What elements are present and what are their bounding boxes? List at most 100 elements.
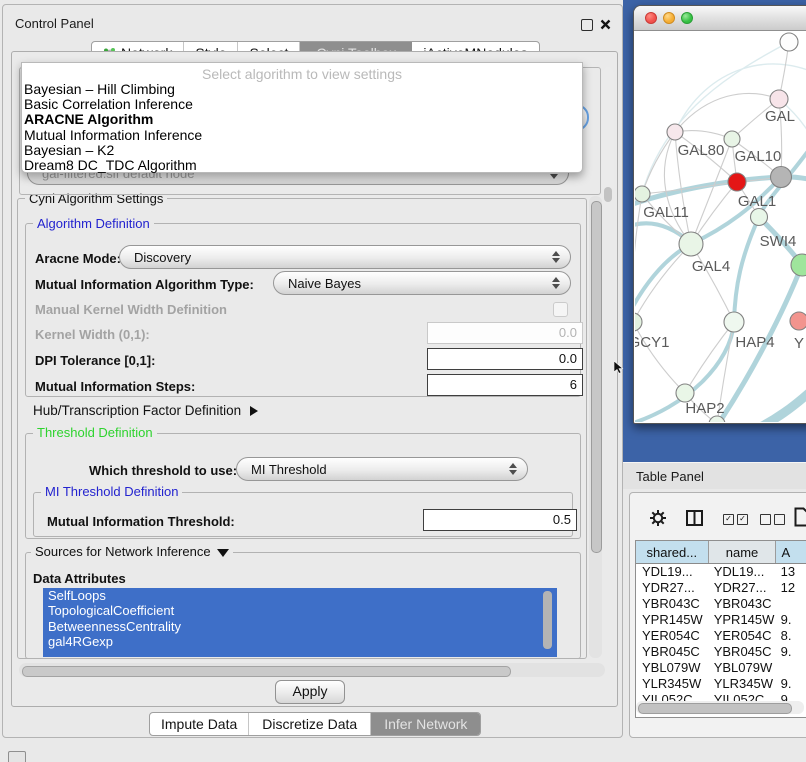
algorithm-option[interactable]: Dream8 DC_TDC Algorithm: [24, 158, 580, 173]
settings-hscrollbar-thumb[interactable]: [22, 666, 511, 677]
network-node-HAP4[interactable]: [724, 312, 744, 332]
table-cell[interactable]: 9.: [777, 612, 806, 628]
deselect-all-columns-icon[interactable]: [760, 514, 785, 525]
table-cell[interactable]: 12: [777, 580, 806, 596]
mi-steps-field[interactable]: 6: [427, 374, 583, 396]
minimize-traffic-light[interactable]: [663, 12, 675, 24]
dpi-tolerance-field[interactable]: 0.0: [427, 348, 583, 370]
data-attribute-item[interactable]: TopologicalCoefficient: [43, 603, 557, 618]
column-header-truncated[interactable]: A: [776, 541, 806, 563]
hub-definition-expander[interactable]: Hub/Transcription Factor Definition: [33, 403, 258, 418]
network-node-Y-node[interactable]: [790, 312, 806, 330]
upper-scrollbar-thumb[interactable]: [604, 187, 612, 202]
sources-group-title[interactable]: Sources for Network Inference: [31, 545, 233, 558]
network-node-gray-node[interactable]: [771, 167, 792, 188]
collapse-arrow-icon: [217, 549, 229, 557]
columns-icon[interactable]: [686, 510, 703, 526]
table-cell[interactable]: 13: [777, 564, 806, 580]
network-node-GAL1[interactable]: [728, 173, 746, 191]
network-node-pink-top-node[interactable]: [770, 90, 788, 108]
table-row[interactable]: YER054CYER054C8.: [636, 628, 806, 644]
network-node-top-node[interactable]: [780, 33, 798, 51]
expander-arrow-icon: [250, 406, 258, 416]
selection-overflow: [43, 650, 557, 657]
zoom-traffic-light[interactable]: [681, 12, 693, 24]
algorithm-option[interactable]: Bayesian – Hill Climbing: [24, 82, 580, 97]
network-window-titlebar[interactable]: [634, 6, 806, 31]
attribute-list-scrollbar[interactable]: [543, 591, 552, 649]
table-row[interactable]: YBR045CYBR045C9.: [636, 644, 806, 660]
gear-icon[interactable]: [649, 509, 667, 527]
node-label: GCY1: [635, 334, 669, 351]
network-edge: [675, 93, 779, 132]
table-cell[interactable]: YLR345W: [709, 676, 777, 692]
document-icon[interactable]: [794, 507, 806, 527]
upper-scrollbar-track[interactable]: [602, 67, 614, 193]
table-cell[interactable]: 9.: [777, 644, 806, 660]
which-threshold-combo[interactable]: MI Threshold: [236, 457, 528, 481]
column-header-name[interactable]: name: [709, 541, 777, 563]
data-attribute-item[interactable]: BetweennessCentrality: [43, 619, 557, 634]
network-node-SWI4[interactable]: [751, 209, 768, 226]
tab-impute-data[interactable]: Impute Data: [150, 713, 249, 735]
table-cell[interactable]: YER054C: [636, 628, 709, 644]
algorithm-option[interactable]: Basic Correlation Inference: [24, 97, 580, 112]
aracne-mode-combo[interactable]: Discovery: [119, 245, 571, 269]
apply-button[interactable]: Apply: [275, 680, 345, 704]
table-panel: ✓✓ shared... name A YDL19...YDL19...13YD…: [629, 492, 806, 738]
table-cell[interactable]: YBR045C: [636, 644, 709, 660]
table-row[interactable]: YDL19...YDL19...13: [636, 564, 806, 580]
table-row[interactable]: YLR345WYLR345W9.: [636, 676, 806, 692]
table-cell[interactable]: YBL079W: [636, 660, 709, 676]
table-row[interactable]: YBL079WYBL079W: [636, 660, 806, 676]
table-cell[interactable]: YDL19...: [636, 564, 709, 580]
float-panel-icon[interactable]: [581, 19, 593, 31]
table-cell[interactable]: YBR045C: [709, 644, 777, 660]
mi-type-combo[interactable]: Naive Bayes: [273, 271, 571, 295]
table-cell[interactable]: YPR145W: [709, 612, 777, 628]
data-attribute-item[interactable]: SelfLoops: [43, 588, 557, 603]
table-cell[interactable]: [777, 660, 806, 676]
network-canvas[interactable]: GALGAL80GAL10GAL1GAL11SWI4GAL4GCY1HAP4YH…: [635, 31, 806, 422]
mi-threshold-field[interactable]: 0.5: [423, 509, 577, 531]
table-cell[interactable]: YBL079W: [709, 660, 777, 676]
select-all-columns-icon[interactable]: ✓✓: [723, 514, 748, 525]
tab-discretize-data[interactable]: Discretize Data: [249, 713, 371, 735]
table-cell[interactable]: YPR145W: [636, 612, 709, 628]
algorithm-option[interactable]: ARACNE Algorithm: [24, 112, 580, 127]
table-hscrollbar-thumb[interactable]: [638, 703, 792, 714]
table-row[interactable]: YBR043CYBR043C: [636, 596, 806, 612]
manual-kernel-label: Manual Kernel Width Definition: [35, 302, 227, 317]
minimized-panel-icon[interactable]: [8, 751, 26, 762]
tab-infer-network[interactable]: Infer Network: [371, 713, 480, 735]
column-header-shared-name[interactable]: shared...: [636, 541, 709, 563]
node-label: GAL11: [643, 204, 689, 221]
manual-kernel-checkbox[interactable]: [553, 302, 568, 317]
network-edge: [635, 244, 691, 322]
algorithm-definition-title: Algorithm Definition: [33, 217, 154, 230]
table-row[interactable]: YPR145WYPR145W9.: [636, 612, 806, 628]
table-cell[interactable]: YBR043C: [636, 596, 709, 612]
close-panel-icon[interactable]: [600, 19, 611, 30]
network-node-GAL80[interactable]: [667, 124, 683, 140]
algorithm-option[interactable]: Mutual Information Inference: [24, 128, 580, 143]
table-cell[interactable]: YER054C: [709, 628, 777, 644]
kernel-width-field[interactable]: 0.0: [427, 322, 583, 344]
table-cell[interactable]: YLR345W: [636, 676, 709, 692]
network-node-GAL4[interactable]: [679, 232, 703, 256]
table-cell[interactable]: YDL19...: [709, 564, 777, 580]
settings-scrollbar-thumb[interactable]: [591, 201, 602, 553]
network-node-GAL11[interactable]: [635, 186, 650, 202]
table-cell[interactable]: YDR27...: [709, 580, 777, 596]
algorithm-option[interactable]: Bayesian – K2: [24, 143, 580, 158]
network-node-GCY1[interactable]: [635, 313, 642, 331]
close-traffic-light[interactable]: [645, 12, 657, 24]
data-attribute-item[interactable]: gal4RGexp: [43, 634, 557, 649]
table-cell[interactable]: 9.: [777, 676, 806, 692]
network-node-GAL10[interactable]: [724, 131, 740, 147]
table-cell[interactable]: YBR043C: [709, 596, 777, 612]
table-cell[interactable]: 8.: [777, 628, 806, 644]
table-cell[interactable]: [777, 596, 806, 612]
table-cell[interactable]: YDR27...: [636, 580, 709, 596]
table-row[interactable]: YDR27...YDR27...12: [636, 580, 806, 596]
